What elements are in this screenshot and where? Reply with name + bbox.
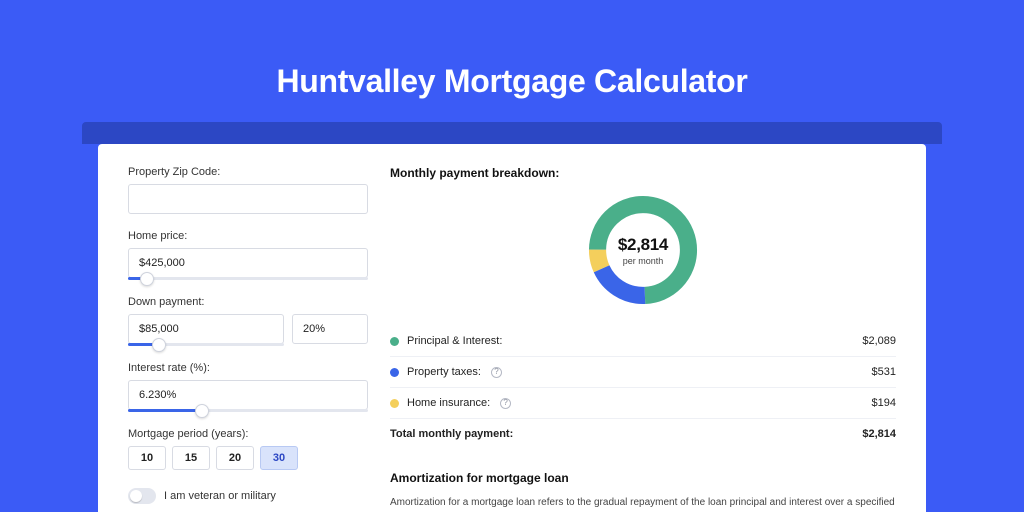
slider-thumb[interactable] [195, 404, 209, 418]
calculator-card: Property Zip Code: Home price: Down paym… [98, 144, 926, 512]
interest-rate-slider[interactable] [128, 409, 368, 412]
legend-amount: $2,089 [862, 335, 896, 347]
donut-wrap: $2,814 per month [390, 190, 896, 310]
home-price-input[interactable] [128, 248, 368, 278]
slider-thumb[interactable] [140, 272, 154, 286]
period-label: Mortgage period (years): [128, 428, 368, 440]
interest-rate-group: Interest rate (%): [128, 362, 368, 412]
zip-input[interactable] [128, 184, 368, 214]
down-payment-slider[interactable] [128, 343, 284, 346]
results-column: Monthly payment breakdown: $2,814 per mo… [390, 166, 896, 512]
interest-rate-input[interactable] [128, 380, 368, 410]
legend: Principal & Interest: $2,089 Property taxe… [390, 326, 896, 418]
period-button-20[interactable]: 20 [216, 446, 254, 470]
legend-row: Principal & Interest: $2,089 [390, 326, 896, 357]
period-button-30[interactable]: 30 [260, 446, 298, 470]
page-title: Huntvalley Mortgage Calculator [0, 0, 1024, 122]
period-group: Mortgage period (years): 10152030 [128, 428, 368, 470]
home-price-slider[interactable] [128, 277, 368, 280]
legend-row: Property taxes:? $531 [390, 357, 896, 388]
info-icon[interactable]: ? [500, 398, 511, 409]
legend-amount: $531 [872, 366, 896, 378]
legend-dot [390, 368, 399, 377]
period-button-10[interactable]: 10 [128, 446, 166, 470]
legend-total: Total monthly payment: $2,814 [390, 418, 896, 449]
home-price-group: Home price: [128, 230, 368, 280]
info-icon[interactable]: ? [491, 367, 502, 378]
breakdown-title: Monthly payment breakdown: [390, 166, 896, 180]
down-payment-pct-input[interactable] [292, 314, 368, 344]
slider-thumb[interactable] [152, 338, 166, 352]
total-amount: $2,814 [862, 428, 896, 440]
zip-label: Property Zip Code: [128, 166, 368, 178]
inputs-column: Property Zip Code: Home price: Down paym… [128, 166, 368, 512]
donut-sub: per month [623, 256, 664, 266]
veteran-label: I am veteran or military [164, 490, 276, 502]
veteran-row: I am veteran or military [128, 488, 368, 504]
veteran-toggle[interactable] [128, 488, 156, 504]
legend-amount: $194 [872, 397, 896, 409]
period-button-15[interactable]: 15 [172, 446, 210, 470]
interest-rate-label: Interest rate (%): [128, 362, 368, 374]
legend-row: Home insurance:? $194 [390, 388, 896, 418]
legend-label: Principal & Interest: [407, 335, 502, 347]
amortization-title: Amortization for mortgage loan [390, 471, 896, 485]
home-price-label: Home price: [128, 230, 368, 242]
zip-group: Property Zip Code: [128, 166, 368, 214]
down-payment-label: Down payment: [128, 296, 368, 308]
legend-dot [390, 399, 399, 408]
donut-amount: $2,814 [618, 235, 668, 255]
legend-label: Home insurance: [407, 397, 490, 409]
down-payment-group: Down payment: [128, 296, 368, 346]
amortization-text: Amortization for a mortgage loan refers … [390, 495, 896, 510]
legend-label: Property taxes: [407, 366, 481, 378]
down-payment-input[interactable] [128, 314, 284, 344]
total-label: Total monthly payment: [390, 428, 513, 440]
legend-dot [390, 337, 399, 346]
donut-chart: $2,814 per month [583, 190, 703, 310]
card-shadow [82, 122, 942, 144]
